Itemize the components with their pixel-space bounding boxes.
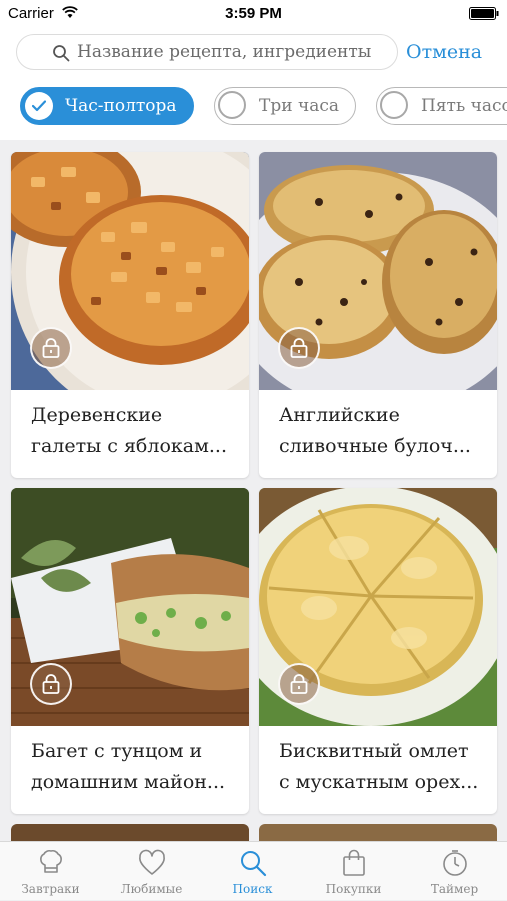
tab-label: Поиск (232, 882, 273, 896)
tab-breakfasts[interactable]: Завтраки (0, 842, 101, 901)
recipe-title: Деревенские галеты с яблокам... (31, 400, 235, 462)
filter-chip-label: Пять часов (421, 96, 507, 116)
heart-icon (139, 849, 165, 875)
filter-chip-label: Три часа (259, 96, 339, 116)
recipe-title-line: домашним майон... (31, 771, 226, 793)
recipe-title-line: сливочные булоч... (279, 435, 471, 457)
recipe-title-line: Деревенские (31, 404, 163, 426)
recipe-title: Багет с тунцом и домашним майон... (31, 736, 235, 798)
recipe-title: Английские сливочные булоч... (279, 400, 483, 462)
search-input[interactable] (77, 37, 387, 67)
recipe-title-line: Английские (279, 404, 400, 426)
lock-icon (278, 663, 320, 705)
checkmark-icon (25, 92, 53, 120)
recipe-title-line: Бисквитный омлет (279, 740, 469, 762)
tab-label: Любимые (120, 882, 183, 896)
tab-label: Завтраки (21, 882, 80, 896)
lock-icon (278, 327, 320, 369)
tab-shopping[interactable]: Покупки (303, 842, 404, 901)
recipe-title-line: Багет с тунцом и (31, 740, 203, 762)
recipe-title-line: галеты с яблокам... (31, 435, 227, 457)
shopping-bag-icon (343, 849, 365, 876)
recipe-card[interactable]: Багет с тунцом и домашним майон... (11, 488, 249, 814)
tab-bar: Завтраки Любимые Поиск Покупки Таймер (0, 841, 507, 900)
recipe-title-line: с мускатным орех... (279, 771, 479, 793)
recipe-card[interactable]: Бисквитный омлет с мускатным орех... (259, 488, 497, 814)
status-time: 3:59 PM (225, 5, 282, 22)
search-box[interactable] (16, 34, 398, 70)
tab-label: Покупки (325, 882, 382, 896)
recipe-card[interactable]: Английские сливочные булоч... (259, 152, 497, 478)
filter-chip-hour-and-half[interactable]: Час-полтора (20, 87, 194, 125)
recipe-title: Бисквитный омлет с мускатным орех... (279, 736, 483, 798)
tab-timer[interactable]: Таймер (404, 842, 505, 901)
filter-chip-label: Час-полтора (65, 96, 177, 116)
lock-icon (30, 663, 72, 705)
filter-chip-three-hours[interactable]: Три часа (214, 87, 356, 125)
status-bar: Carrier 3:59 PM (0, 0, 507, 28)
search-row: Отмена (0, 28, 507, 78)
tab-favorites[interactable]: Любимые (101, 842, 202, 901)
chef-hat-icon (40, 849, 62, 873)
search-icon (53, 45, 70, 62)
battery-icon (469, 7, 499, 20)
radio-circle-icon (380, 91, 408, 119)
cancel-button[interactable]: Отмена (406, 41, 482, 63)
lock-icon (30, 327, 72, 369)
filter-chip-five-hours[interactable]: Пять часов (376, 87, 507, 125)
radio-circle-icon (218, 91, 246, 119)
timer-icon (443, 850, 467, 876)
filter-chips: Час-полтора Три часа Пять часов (0, 78, 507, 140)
tab-search[interactable]: Поиск (202, 842, 303, 901)
search-icon (241, 851, 267, 877)
tab-label: Таймер (430, 882, 479, 896)
recipe-card[interactable]: Деревенские галеты с яблокам... (11, 152, 249, 478)
